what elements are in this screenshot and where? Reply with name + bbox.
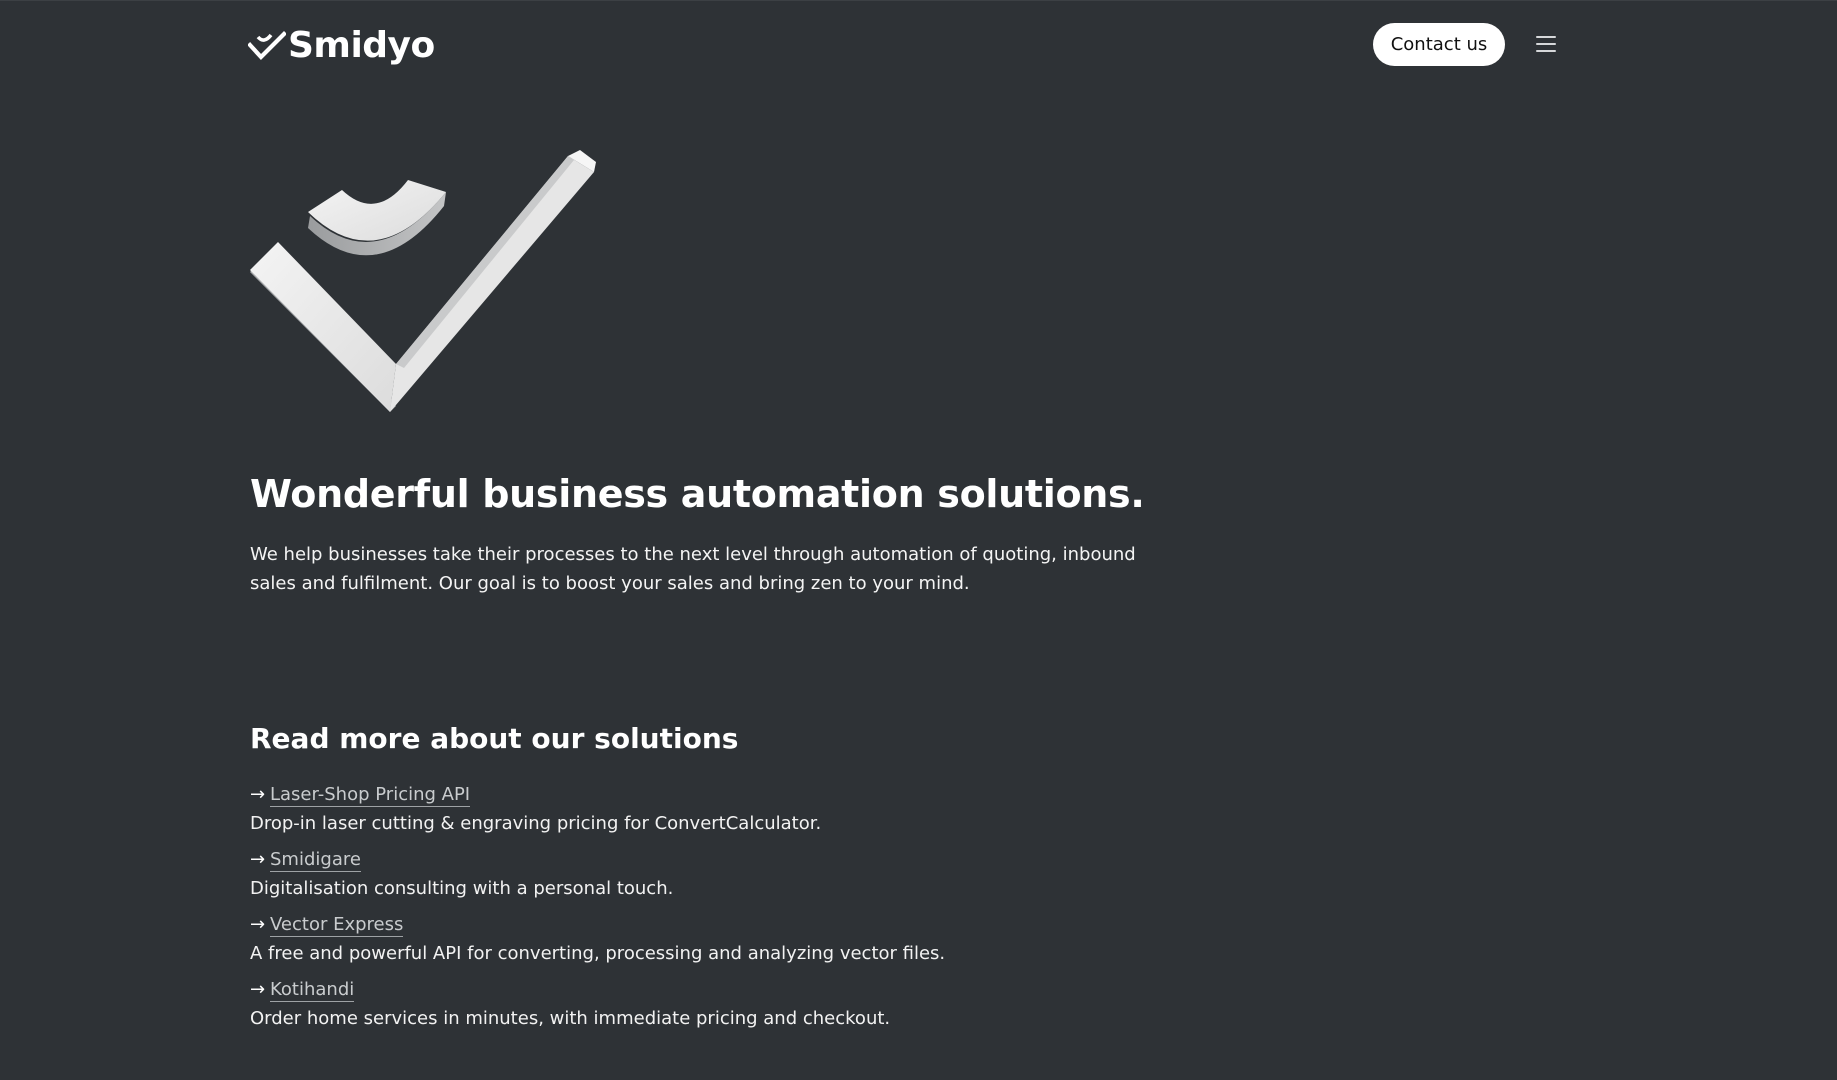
site-header: Smidyo Contact us	[248, 22, 1558, 72]
solutions-heading: Read more about our solutions	[250, 722, 739, 755]
solution-description: A free and powerful API for converting, …	[250, 943, 946, 964]
solution-link-smidigare[interactable]: Smidigare	[270, 849, 361, 872]
solution-item: → Smidigare Digitalisation consulting wit…	[250, 845, 1250, 910]
checkmark-smile-3d-icon	[250, 150, 596, 412]
brand-name: Smidyo	[288, 25, 435, 66]
solution-title-line: → Kotihandi	[250, 975, 1250, 1005]
solution-title-line: → Smidigare	[250, 845, 1250, 875]
page: Smidyo Contact us Wonderful business aut…	[0, 0, 1837, 1080]
solutions-list: → Laser-Shop Pricing API Drop-in laser cu…	[250, 780, 1250, 1040]
solution-item: → Kotihandi Order home services in minute…	[250, 975, 1250, 1040]
solution-item: → Vector Express A free and powerful API …	[250, 910, 1250, 975]
contact-us-button[interactable]: Contact us	[1373, 23, 1505, 66]
solution-description: Digitalisation consulting with a persona…	[250, 878, 674, 899]
solution-description: Order home services in minutes, with imm…	[250, 1008, 891, 1029]
solution-link-laser-shop-pricing-api[interactable]: Laser-Shop Pricing API	[270, 784, 471, 807]
menu-line	[1536, 43, 1556, 45]
arrow-right-icon: →	[250, 979, 266, 1000]
brand-logo-link[interactable]: Smidyo	[248, 24, 435, 68]
menu-line	[1536, 50, 1556, 52]
menu-line	[1536, 36, 1556, 38]
solution-item: → Laser-Shop Pricing API Drop-in laser cu…	[250, 780, 1250, 845]
arrow-right-icon: →	[250, 849, 266, 870]
solution-link-kotihandi[interactable]: Kotihandi	[270, 979, 355, 1002]
solution-title-line: → Laser-Shop Pricing API	[250, 780, 1250, 810]
hero-intro-text: We help businesses take their processes …	[250, 544, 1136, 594]
arrow-right-icon: →	[250, 914, 266, 935]
checkmark-smile-logo-icon	[248, 31, 286, 61]
solution-link-vector-express[interactable]: Vector Express	[270, 914, 404, 937]
hamburger-menu-icon[interactable]	[1534, 32, 1558, 56]
solution-description: Drop-in laser cutting & engraving pricin…	[250, 813, 822, 834]
window-top-border	[0, 0, 1837, 1]
arrow-right-icon: →	[250, 784, 266, 805]
solution-title-line: → Vector Express	[250, 910, 1250, 940]
hero-headline: Wonderful business automation solutions.	[250, 472, 1145, 516]
